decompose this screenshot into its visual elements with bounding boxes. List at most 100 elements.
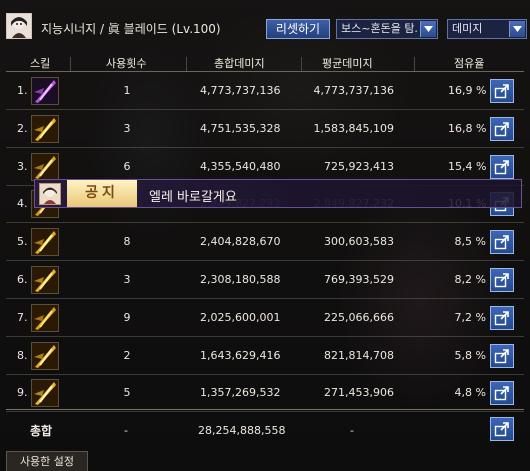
yellow-blade-skill-icon	[31, 152, 59, 181]
share-row-button[interactable]	[490, 381, 514, 406]
share-row-button[interactable]	[490, 268, 514, 292]
share-row-button[interactable]	[490, 230, 514, 255]
average-damage: 271,453,906	[324, 386, 394, 400]
tab-used-settings[interactable]: 사용한 설정	[6, 451, 88, 471]
row-index: 9.	[17, 386, 28, 400]
total-average: -	[350, 424, 354, 437]
column-divider	[414, 57, 415, 71]
damage-share: 16,9 %	[448, 84, 487, 97]
total-damage: 4,751,535,328	[200, 121, 281, 135]
share-row-button[interactable]	[490, 343, 514, 368]
purple-slash-skill-icon	[31, 77, 59, 105]
content-filter-dropdown[interactable]: 보스~혼돈을 탐.	[336, 19, 438, 39]
row-index: 7.	[17, 310, 28, 324]
damage-share: 8,2 %	[454, 273, 486, 286]
total-damage: 1,643,629,416	[200, 348, 281, 362]
damage-share: 5,8 %	[454, 348, 486, 362]
total-damage: 1,357,269,532	[200, 386, 281, 400]
column-divider	[301, 57, 302, 71]
use-count: 9	[123, 310, 131, 324]
notice-label: 공지	[67, 180, 137, 207]
yellow-wave-skill-icon	[31, 341, 59, 370]
row-index: 4.	[17, 197, 28, 211]
total-count: -	[124, 424, 128, 437]
use-count: 5	[123, 386, 131, 400]
sort-dropdown[interactable]: 데미지	[447, 19, 527, 39]
total-damage: 4,355,540,480	[200, 159, 281, 173]
col-share: 점유율	[454, 57, 485, 70]
yellow-dash-skill-icon	[31, 303, 59, 332]
notice-banner: 공지 엘레 바로갈게요	[34, 179, 522, 208]
content-filter-value: 보스~혼돈을 탐.	[341, 22, 418, 35]
share-icon	[494, 84, 509, 99]
share-icon	[494, 235, 509, 250]
total-damage: 28,254,888,558	[198, 424, 286, 437]
sort-value: 데미지	[452, 22, 483, 35]
row-index: 2.	[17, 121, 28, 135]
damage-share: 4,8 %	[454, 386, 486, 400]
chevron-down-icon[interactable]	[509, 21, 525, 37]
table-row: 5. 8 2,404,828,670 300,603,583 8,5 %	[0, 223, 530, 262]
column-divider	[70, 57, 71, 71]
row-divider	[6, 411, 524, 413]
damage-share: 7,2 %	[454, 310, 486, 324]
average-damage: 725,923,413	[324, 159, 394, 173]
damage-share: 15,4 %	[448, 159, 487, 173]
chevron-down-icon[interactable]	[420, 21, 436, 37]
table-header: 스킬 사용횟수 총합데미지 평균데미지 점유율	[0, 57, 530, 71]
damage-share: 8,5 %	[454, 235, 486, 249]
use-count: 6	[123, 159, 131, 173]
average-damage: 769,393,529	[324, 273, 394, 286]
row-index: 8.	[17, 348, 28, 362]
share-row-button[interactable]	[490, 116, 514, 141]
col-total: 총합데미지	[214, 57, 265, 70]
yellow-flash-skill-icon	[31, 379, 59, 408]
share-total-button[interactable]	[490, 417, 514, 441]
table-row: 6. 3 2,308,180,588 769,393,529 8,2 %	[0, 261, 530, 299]
damage-meter-panel: 지능시너지 / 眞 블레이드 (Lv.100) 리셋하기 보스~혼돈을 탐. 데…	[0, 0, 530, 471]
average-damage: 821,814,708	[324, 348, 394, 362]
share-icon	[494, 422, 509, 437]
yellow-slash-skill-icon	[31, 114, 59, 143]
share-row-button[interactable]	[490, 79, 514, 103]
col-avg: 평균데미지	[322, 57, 373, 70]
panel-header: 지능시너지 / 眞 블레이드 (Lv.100) 리셋하기 보스~혼돈을 탐. 데…	[0, 0, 530, 46]
table-row: 9. 5 1,357,269,532 271,453,906 4,8 %	[0, 374, 530, 413]
share-icon	[494, 159, 509, 174]
table-row: 1. 1 4,773,737,136 4,773,737,136 16,9 %	[0, 72, 530, 110]
yellow-strike-skill-icon	[31, 228, 59, 257]
row-index: 1.	[17, 84, 28, 97]
reset-button[interactable]: 리셋하기	[266, 19, 330, 39]
total-damage: 2,025,600,001	[200, 310, 281, 324]
character-avatar	[6, 13, 32, 39]
character-info: 지능시너지 / 眞 블레이드 (Lv.100)	[41, 22, 221, 36]
share-row-button[interactable]	[490, 154, 514, 179]
yellow-spin-skill-icon	[31, 266, 59, 294]
share-icon	[494, 386, 509, 401]
notice-message: 엘레 바로갈게요	[149, 190, 237, 205]
share-row-button[interactable]	[490, 305, 514, 330]
total-damage: 4,773,737,136	[200, 84, 281, 97]
average-damage: 4,773,737,136	[313, 84, 394, 97]
average-damage: 300,603,583	[324, 235, 394, 249]
damage-share: 16,8 %	[448, 121, 487, 135]
table-row: 7. 9 2,025,600,001 225,066,666 7,2 %	[0, 299, 530, 337]
row-index: 3.	[17, 159, 28, 173]
total-label: 총합	[30, 424, 53, 438]
column-divider	[186, 57, 187, 71]
use-count: 3	[123, 273, 131, 286]
col-skill: 스킬	[30, 57, 51, 70]
notice-avatar	[39, 183, 61, 205]
use-count: 8	[123, 235, 131, 249]
average-damage: 1,583,845,109	[313, 121, 394, 135]
share-icon	[494, 121, 509, 136]
average-damage: 225,066,666	[324, 310, 394, 324]
total-divider	[6, 409, 524, 410]
table-row: 2. 3 4,751,535,328 1,583,845,109 16,8 %	[0, 110, 530, 148]
share-icon	[494, 310, 509, 325]
table-row: 8. 2 1,643,629,416 821,814,708 5,8 %	[0, 337, 530, 375]
use-count: 2	[123, 348, 131, 362]
share-icon	[494, 273, 509, 288]
total-damage: 2,308,180,588	[200, 273, 281, 286]
col-count: 사용횟수	[106, 57, 147, 70]
